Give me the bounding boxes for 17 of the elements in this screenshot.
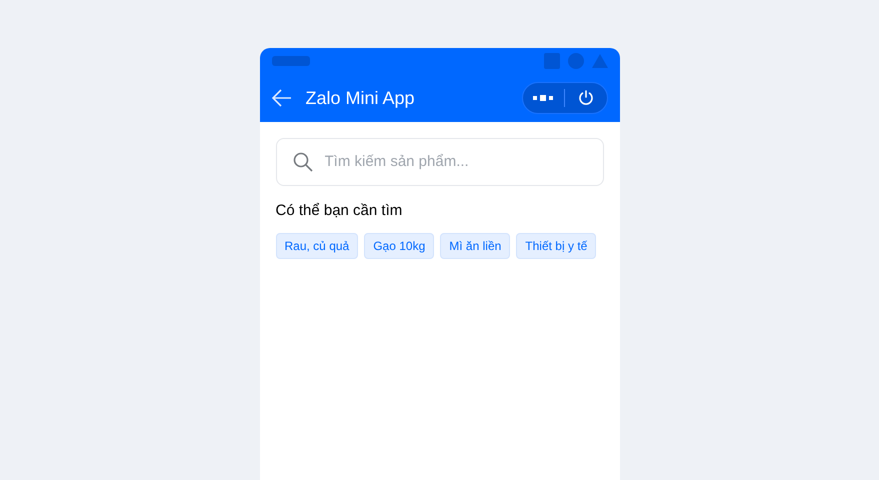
- app-title: Zalo Mini App: [306, 86, 415, 110]
- status-bar-placeholder: [272, 56, 310, 66]
- suggestions-title: Có thể bạn cần tìm: [276, 201, 404, 221]
- suggestion-tag[interactable]: Rau, củ quả: [276, 232, 358, 258]
- suggestion-tag[interactable]: Mì ăn liền: [440, 232, 510, 258]
- back-button[interactable]: [272, 88, 292, 108]
- search-icon: [292, 152, 312, 172]
- circle-icon: [568, 53, 584, 69]
- power-icon: [578, 90, 594, 106]
- search-field[interactable]: Tìm kiếm sản phẩm...: [276, 138, 604, 186]
- triangle-icon: [592, 54, 608, 68]
- more-icon: [533, 95, 554, 101]
- suggestion-tag[interactable]: Thiết bị y tế: [516, 232, 596, 258]
- suggestion-tag[interactable]: Gạo 10kg: [364, 232, 434, 258]
- back-arrow-icon: [272, 89, 292, 107]
- search-input[interactable]: Tìm kiếm sản phẩm...: [324, 150, 586, 174]
- square-icon: [544, 53, 560, 69]
